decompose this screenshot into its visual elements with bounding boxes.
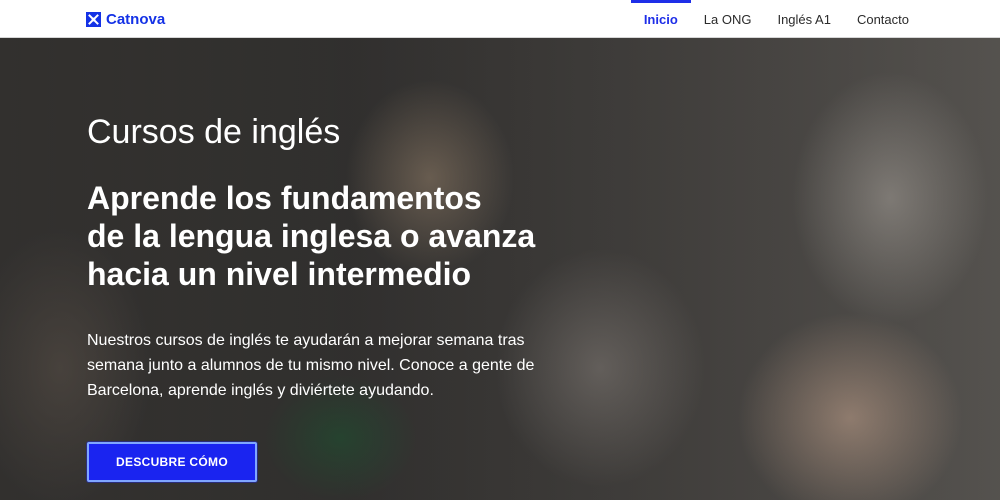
brand-name: Catnova [106,10,166,28]
hero-title: Aprende los fundamentos de la lengua ing… [87,179,607,293]
brand-logo-link[interactable]: Catnova [86,0,165,38]
hero-title-line: Aprende los fundamentos [87,180,482,216]
hero-description: Nuestros cursos de inglés te ayudarán a … [87,332,535,399]
catnova-logo-icon [86,11,101,27]
descubre-como-button[interactable]: DESCUBRE CÓMO [87,442,257,482]
nav-item-inicio[interactable]: Inicio [630,0,691,38]
nav-item-la-ong[interactable]: La ONG [691,0,765,38]
hero-title-line: de la lengua inglesa o avanza [87,218,536,254]
main-nav: Inicio La ONG Inglés A1 Contacto [630,0,922,38]
top-navbar: Catnova Inicio La ONG Inglés A1 Contacto [0,0,1000,38]
hero-section: Cursos de inglés Aprende los fundamentos… [0,38,1000,500]
nav-item-contacto[interactable]: Contacto [844,0,922,38]
nav-item-ingles-a1[interactable]: Inglés A1 [764,0,844,38]
hero-title-line: hacia un nivel intermedio [87,256,472,292]
hero-eyebrow: Cursos de inglés [87,113,341,151]
